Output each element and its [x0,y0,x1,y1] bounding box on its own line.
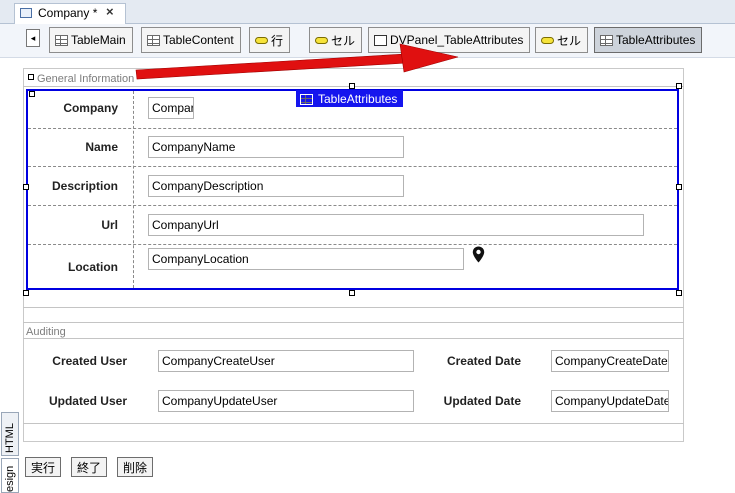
resize-handle-bottom-left[interactable] [23,290,29,296]
section-divider [23,338,684,339]
table-column-divider [133,91,134,288]
crumb-label: TableMain [71,33,126,47]
company-location-field[interactable]: CompanyLocation [148,248,464,270]
resize-handle-bottom[interactable] [349,290,355,296]
html-view-tab[interactable]: HTML [1,412,19,456]
form-icon [20,8,32,18]
resize-handle-top-right[interactable] [676,83,682,89]
updated-user-field[interactable]: CompanyUpdateUser [158,390,414,412]
move-handle[interactable] [28,74,34,80]
finish-button[interactable]: 終了 [71,457,107,477]
annotation-arrow [135,43,459,80]
label-url: Url [101,218,118,232]
design-view-tab[interactable]: esign [1,458,19,493]
delete-button[interactable]: 削除 [117,457,153,477]
crumb-tableattributes[interactable]: TableAttributes [594,27,703,53]
label-updated-user: Updated User [48,394,127,408]
section-general-title: General Information [37,73,135,85]
label-location: Location [68,260,118,274]
resize-handle-bottom-right[interactable] [676,290,682,296]
selected-control-name: TableAttributes [318,92,398,106]
execute-button[interactable]: 実行 [25,457,61,477]
crumb-tablemain[interactable]: TableMain [49,27,133,53]
selected-control-tag: TableAttributes [296,90,404,107]
created-date-field[interactable]: CompanyCreateDate [551,350,669,372]
table-move-handle[interactable] [29,91,35,97]
table-row-divider [28,166,677,167]
resize-handle-left[interactable] [23,184,29,190]
table-row-divider [28,205,677,206]
section-divider [23,322,684,323]
table-icon [55,34,68,46]
label-created-user: Created User [52,354,127,368]
design-tab-label: esign [4,465,16,492]
cell-icon [541,36,554,44]
crumb-label: TableAttributes [616,33,696,47]
html-tab-label: HTML [4,423,16,453]
section-divider [23,423,684,424]
table-row-divider [28,244,677,245]
table-row-divider [28,128,677,129]
created-user-field[interactable]: CompanyCreateUser [158,350,414,372]
company-url-field[interactable]: CompanyUrl [148,214,644,236]
label-description: Description [51,179,118,193]
label-created-date: Created Date [446,354,521,368]
table-icon [600,34,613,46]
table-icon [300,93,313,105]
scroll-left-button[interactable]: ◂ [26,29,40,47]
label-updated-date: Updated Date [443,394,521,408]
document-tab-title[interactable]: Company * [38,6,97,20]
map-pin-icon[interactable] [472,246,485,263]
label-company: Company [63,101,118,115]
company-name-field[interactable]: CompanyName [148,136,404,158]
close-icon[interactable]: × [106,4,114,19]
section-divider [23,307,684,308]
company-field[interactable]: Compar [148,97,194,119]
label-name: Name [85,140,118,154]
crumb-cell-2[interactable]: セル [535,27,589,53]
crumb-label: セル [557,33,582,48]
company-description-field[interactable]: CompanyDescription [148,175,404,197]
resize-handle-right[interactable] [676,184,682,190]
section-auditing-title: Auditing [26,326,66,338]
updated-date-field[interactable]: CompanyUpdateDate [551,390,669,412]
